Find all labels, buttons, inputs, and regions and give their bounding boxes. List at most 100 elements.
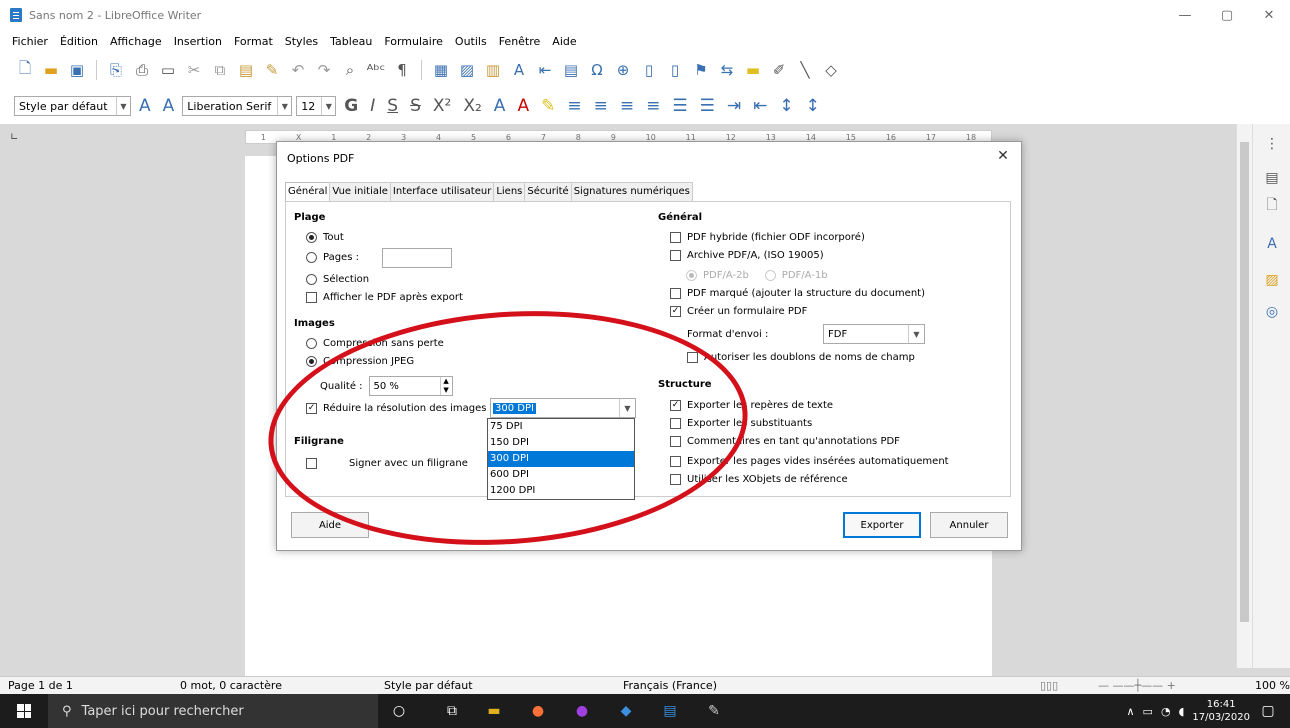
decrease-indent-icon[interactable]: ⇤ [749, 96, 771, 116]
footnote-icon[interactable]: ▯ [638, 59, 660, 81]
reduire-checkbox[interactable]: ✓ [306, 403, 317, 414]
radio-tout[interactable] [306, 232, 317, 243]
special-character-icon[interactable]: Ω [586, 59, 608, 81]
insert-image-icon[interactable]: ▨ [456, 59, 478, 81]
insert-table-icon[interactable]: ▦ [430, 59, 452, 81]
hyperlink-icon[interactable]: ⊕ [612, 59, 634, 81]
cut-icon[interactable]: ✂ [183, 59, 205, 81]
minimize-button[interactable]: — [1164, 0, 1206, 30]
clone-format-icon[interactable]: ✎ [261, 59, 283, 81]
chevron-down-icon[interactable]: ▼ [908, 325, 924, 343]
xobjets-row[interactable]: Utiliser les XObjets de référence [670, 474, 848, 485]
sans-perte-row[interactable]: Compression sans perte [306, 338, 444, 349]
formatting-marks-icon[interactable]: ¶ [391, 59, 413, 81]
font-color-icon[interactable]: A [513, 96, 533, 116]
export-button[interactable]: Exporter [843, 512, 921, 538]
line-icon[interactable]: ╲ [794, 59, 816, 81]
commentaires-checkbox[interactable] [670, 436, 681, 447]
paste-icon[interactable]: ▤ [235, 59, 257, 81]
chevron-down-icon[interactable]: ▼ [619, 399, 635, 417]
zoom-slider[interactable]: — ——┼—— + [1098, 679, 1176, 692]
endnote-icon[interactable]: ▯ [664, 59, 686, 81]
pages-input[interactable] [382, 248, 452, 268]
menu-styles[interactable]: Styles [279, 35, 324, 48]
track-changes-icon[interactable]: ✐ [768, 59, 790, 81]
formulaire-checkbox[interactable]: ✓ [670, 306, 681, 317]
underline-icon[interactable]: S [383, 96, 402, 116]
xobjets-checkbox[interactable] [670, 474, 681, 485]
radio-sans-perte[interactable] [306, 338, 317, 349]
font-size-combo[interactable]: 12 ▼ [296, 96, 337, 116]
clear-formatting-icon[interactable]: A [490, 96, 510, 116]
reduire-row[interactable]: ✓ Réduire la résolution des images [306, 403, 487, 414]
properties-icon[interactable]: ▤ [1262, 168, 1282, 188]
highlight-color-icon[interactable]: ✎ [537, 96, 559, 116]
page-style[interactable]: Style par défaut [384, 679, 473, 692]
bullet-list-icon[interactable]: ☰ [668, 96, 691, 116]
tab-liens[interactable]: Liens [493, 182, 526, 202]
numbered-list-icon[interactable]: ☰ [696, 96, 719, 116]
font-name-combo[interactable]: Liberation Serif ▼ [182, 96, 293, 116]
styles-icon[interactable]: A [1262, 234, 1282, 254]
notifications-icon[interactable]: ▢ [1258, 701, 1278, 721]
app-icon[interactable]: ◆ [616, 701, 636, 721]
increase-indent-icon[interactable]: ⇥ [723, 96, 745, 116]
bookmark-icon[interactable]: ⚑ [690, 59, 712, 81]
insert-textbox-icon[interactable]: A [508, 59, 530, 81]
marque-checkbox[interactable] [670, 288, 681, 299]
bold-icon[interactable]: G [340, 96, 362, 116]
chevron-up-icon[interactable]: ∧ [1126, 705, 1134, 718]
menu-fenetre[interactable]: Fenêtre [493, 35, 547, 48]
start-button[interactable] [0, 694, 48, 728]
new-style-icon[interactable]: A [159, 96, 179, 116]
redo-icon[interactable]: ↷ [313, 59, 335, 81]
tab-interface-utilisateur[interactable]: Interface utilisateur [389, 182, 495, 202]
dpi-option[interactable]: 600 DPI [488, 467, 634, 483]
text-language[interactable]: Français (France) [623, 679, 717, 692]
update-style-icon[interactable]: A [135, 96, 155, 116]
tab-signatures[interactable]: Signatures numériques [570, 182, 693, 202]
export-pdf-icon[interactable]: ⎘ [105, 59, 127, 81]
radio-jpeg[interactable] [306, 356, 317, 367]
radio-pages-row[interactable]: Pages : [306, 252, 359, 263]
subscript-icon[interactable]: X₂ [459, 96, 485, 116]
cross-reference-icon[interactable]: ⇆ [716, 59, 738, 81]
more-options-icon[interactable]: ⋮ [1262, 134, 1282, 154]
volume-icon[interactable]: ◖ [1179, 705, 1185, 718]
basic-shapes-icon[interactable]: ◇ [820, 59, 842, 81]
wifi-icon[interactable]: ◔ [1161, 705, 1171, 718]
insert-page-break-icon[interactable]: ⇤ [534, 59, 556, 81]
reperes-row[interactable]: ✓ Exporter les repères de texte [670, 400, 833, 411]
radio-pages[interactable] [306, 252, 317, 263]
zoom-level[interactable]: 100 % [1255, 679, 1290, 692]
help-button[interactable]: Aide [291, 512, 369, 538]
insert-chart-icon[interactable]: ▥ [482, 59, 504, 81]
view-layout-icon[interactable]: ▯▯▯ [1040, 679, 1058, 692]
vertical-scrollbar[interactable] [1236, 124, 1252, 668]
close-window-button[interactable]: ✕ [1248, 0, 1290, 30]
menu-outils[interactable]: Outils [449, 35, 493, 48]
formulaire-row[interactable]: ✓ Créer un formulaire PDF [670, 306, 807, 317]
radio-selection-row[interactable]: Sélection [306, 274, 369, 285]
hybride-checkbox[interactable] [670, 232, 681, 243]
find-replace-icon[interactable]: ⌕ [339, 59, 361, 81]
radio-pdfa1b[interactable] [764, 270, 776, 281]
open-folder-icon[interactable]: ▬ [40, 59, 62, 81]
radio-selection[interactable] [306, 274, 317, 285]
dpi-option[interactable]: 75 DPI [488, 419, 634, 435]
menu-edition[interactable]: Édition [54, 35, 104, 48]
page-icon[interactable]: 🗋 [1262, 196, 1282, 216]
dpi-option[interactable]: 150 DPI [488, 435, 634, 451]
firefox-icon[interactable]: ● [528, 701, 548, 721]
ruler-tab-icon[interactable]: ∟ [10, 132, 18, 143]
maximize-button[interactable]: ▢ [1206, 0, 1248, 30]
archive-row[interactable]: Archive PDF/A, (ISO 19005) [670, 250, 824, 261]
qualite-spinbox[interactable]: 50 % ▲ ▼ [368, 376, 453, 396]
taskbar-search[interactable]: ⚲ Taper ici pour rechercher [48, 694, 378, 728]
hybride-row[interactable]: PDF hybride (fichier ODF incorporé) [670, 232, 865, 243]
dpi-option[interactable]: 300 DPI [488, 451, 634, 467]
radio-tout-row[interactable]: Tout [306, 232, 344, 243]
substituants-row[interactable]: Exporter les substituants [670, 418, 812, 429]
marque-row[interactable]: PDF marqué (ajouter la structure du docu… [670, 288, 925, 299]
task-view-icon[interactable]: ⧉ [442, 701, 462, 721]
